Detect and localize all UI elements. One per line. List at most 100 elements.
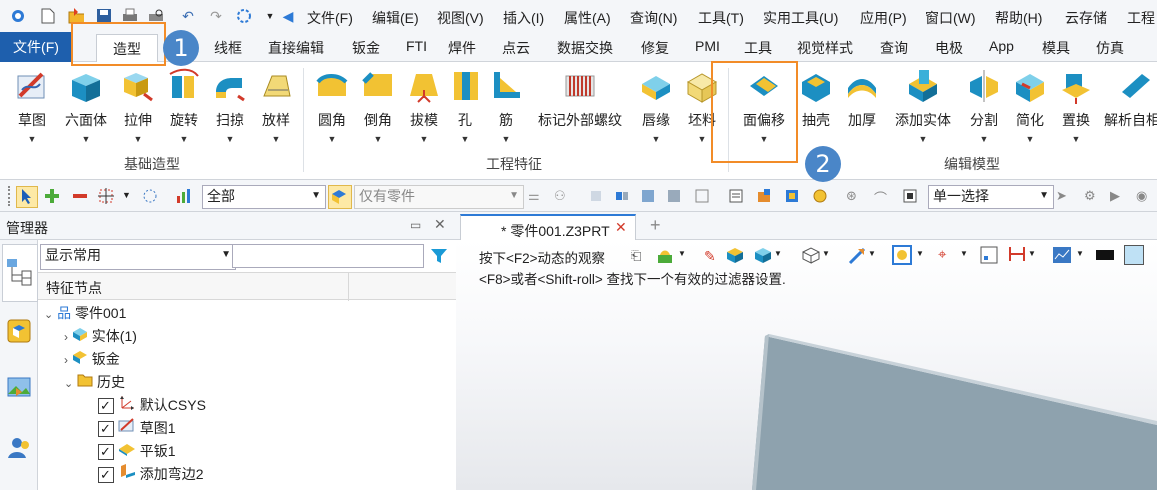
record-icon[interactable]: ◉ [1136, 188, 1152, 204]
add-tab-icon[interactable]: + [650, 215, 661, 236]
graphics-viewport[interactable]: 按下<F2>动态的观察 <F8>或者<Shift-roll> 查找下一个有效的过… [456, 240, 1157, 490]
chamfer-button[interactable]: 倒角 ▼ [356, 68, 400, 144]
regen-icon[interactable] [236, 8, 252, 24]
tree-item-flange[interactable]: 添加弯边2 [98, 463, 204, 486]
lasso-select-icon[interactable] [142, 188, 158, 204]
menu-window[interactable]: 窗口(W) [925, 8, 976, 28]
self-intersect-button[interactable]: 解析自相 [1104, 68, 1157, 130]
chevron-right-icon[interactable]: › [64, 330, 68, 344]
split-button[interactable]: 分割 ▼ [962, 68, 1006, 144]
tab-file[interactable]: 文件(F) [0, 32, 72, 62]
undo-icon[interactable]: ↶ [180, 8, 196, 24]
shell-button[interactable]: 抽壳 [796, 68, 836, 130]
fillet-button[interactable]: 圆角 ▼ [310, 68, 354, 144]
filter-all-select[interactable]: 全部 ▼ [202, 185, 326, 209]
tab-app[interactable]: App [989, 38, 1014, 54]
chevron-right-icon[interactable]: › [64, 353, 68, 367]
replace-button[interactable]: 置换 ▼ [1056, 68, 1096, 144]
tab-mold[interactable]: 模具 [1042, 38, 1070, 58]
select-mode-a-icon[interactable] [588, 188, 604, 204]
revolve-button[interactable]: 旋转 ▼ [162, 68, 206, 144]
tree-item-sketch[interactable]: 草图1 [98, 417, 176, 440]
tab-data-exchange[interactable]: 数据交换 [557, 38, 613, 58]
menu-collapse-icon[interactable]: ◀ [280, 8, 296, 24]
redo-icon[interactable]: ↷ [208, 8, 224, 24]
menu-view[interactable]: 视图(V) [437, 8, 484, 28]
box-select-dropdown-icon[interactable]: ▼ [122, 190, 138, 206]
filter-funnel-icon[interactable] [426, 244, 452, 268]
lip-button[interactable]: 唇缘 ▼ [634, 68, 678, 144]
add-solid-button[interactable]: 添加实体 ▼ [890, 68, 956, 144]
visibility-checkbox[interactable] [98, 395, 114, 417]
filter-person-icon[interactable]: ⚇ [554, 188, 570, 204]
close-tab-icon[interactable]: ✕ [615, 219, 627, 236]
tab-tools[interactable]: 工具 [744, 38, 772, 58]
thread-button[interactable]: 标记外部螺纹 [532, 68, 628, 130]
select-mode-e-icon[interactable] [694, 188, 710, 204]
hole-button[interactable]: 孔 ▼ [448, 68, 482, 144]
loft-button[interactable]: 放样 ▼ [254, 68, 298, 144]
filter-option-icon[interactable]: ⚌ [528, 188, 544, 204]
add-plus-icon[interactable] [44, 188, 60, 204]
sidebar-tab-images[interactable] [6, 374, 32, 403]
sweep-button[interactable]: 扫掠 ▼ [208, 68, 252, 144]
settings-gray-icon[interactable]: ⚙ [1084, 188, 1100, 204]
select-mode-c-icon[interactable] [640, 188, 656, 204]
chevron-down-icon[interactable]: ⌄ [44, 309, 53, 321]
menu-file[interactable]: 文件(F) [307, 8, 353, 28]
tab-weldment[interactable]: 焊件 [448, 38, 476, 58]
menu-tools[interactable]: 工具(T) [698, 8, 744, 28]
display-filter-select[interactable]: 显示常用 ▼ [40, 244, 236, 270]
component-icon[interactable] [784, 188, 800, 204]
tab-point-cloud[interactable]: 点云 [502, 38, 530, 58]
tab-query[interactable]: 查询 [880, 38, 908, 58]
tree-item-solid[interactable]: › 实体(1) [64, 325, 137, 347]
tab-repair[interactable]: 修复 [641, 38, 669, 58]
tree-item-root[interactable]: ⌄ 品 零件001 [44, 302, 126, 324]
visibility-checkbox[interactable] [98, 464, 114, 486]
simplify-button[interactable]: 简化 ▼ [1008, 68, 1052, 144]
tab-pmi[interactable]: PMI [695, 38, 720, 54]
document-tab[interactable]: * 零件001.Z3PRT ✕ [460, 214, 636, 241]
sidebar-tab-history[interactable] [2, 244, 38, 302]
menu-query[interactable]: 查询(N) [630, 8, 677, 28]
visibility-checkbox[interactable] [98, 418, 114, 440]
play-icon[interactable]: ▶ [1110, 188, 1126, 204]
sheet-metal-model[interactable] [456, 240, 1157, 490]
visibility-checkbox[interactable] [98, 441, 114, 463]
filter-chart-icon[interactable] [176, 188, 192, 204]
quick-access-dropdown-icon[interactable]: ▼ [262, 8, 278, 24]
close-icon[interactable]: ✕ [434, 216, 446, 233]
tab-electrode[interactable]: 电极 [935, 38, 963, 58]
chevron-down-icon[interactable]: ⌄ [64, 378, 73, 390]
sketch-button[interactable]: 草图 ▼ [8, 68, 56, 144]
toolbar-grip[interactable] [8, 186, 14, 206]
sidebar-tab-3d[interactable] [6, 318, 32, 347]
measure-icon[interactable]: ⌒ [874, 188, 890, 206]
box-select-icon[interactable] [98, 188, 114, 204]
rib-button[interactable]: 筋 ▼ [486, 68, 526, 144]
menu-insert[interactable]: 插入(I) [503, 8, 544, 28]
stop-icon[interactable] [902, 188, 918, 204]
tab-wireframe[interactable]: 线框 [214, 38, 242, 58]
app-logo-icon[interactable] [10, 8, 26, 24]
assembly-icon[interactable] [756, 188, 772, 204]
box-button[interactable]: 六面体 ▼ [58, 68, 114, 144]
tree-item-history[interactable]: ⌄ 历史 [64, 371, 125, 393]
menu-edit[interactable]: 编辑(E) [372, 8, 419, 28]
snap-icon[interactable]: ⊛ [846, 188, 862, 204]
part-filter-icon[interactable] [328, 185, 352, 209]
selection-mode-select[interactable]: 单一选择 ▼ [928, 185, 1054, 209]
tree-item-sheet-metal[interactable]: › 钣金 [64, 348, 120, 370]
extrude-button[interactable]: 拉伸 ▼ [116, 68, 160, 144]
menu-help[interactable]: 帮助(H) [995, 8, 1042, 28]
tree-item-flat[interactable]: 平钣1 [98, 440, 176, 463]
menu-apps[interactable]: 应用(P) [860, 8, 907, 28]
plate-face[interactable] [752, 336, 1157, 490]
draft-button[interactable]: 拔模 ▼ [402, 68, 446, 144]
select-mode-b-icon[interactable] [614, 188, 630, 204]
sidebar-tab-users[interactable] [6, 434, 32, 463]
tab-direct-edit[interactable]: 直接编辑 [268, 38, 324, 58]
select-mode-d-icon[interactable] [666, 188, 682, 204]
tree-item-csys[interactable]: 默认CSYS [98, 394, 206, 417]
